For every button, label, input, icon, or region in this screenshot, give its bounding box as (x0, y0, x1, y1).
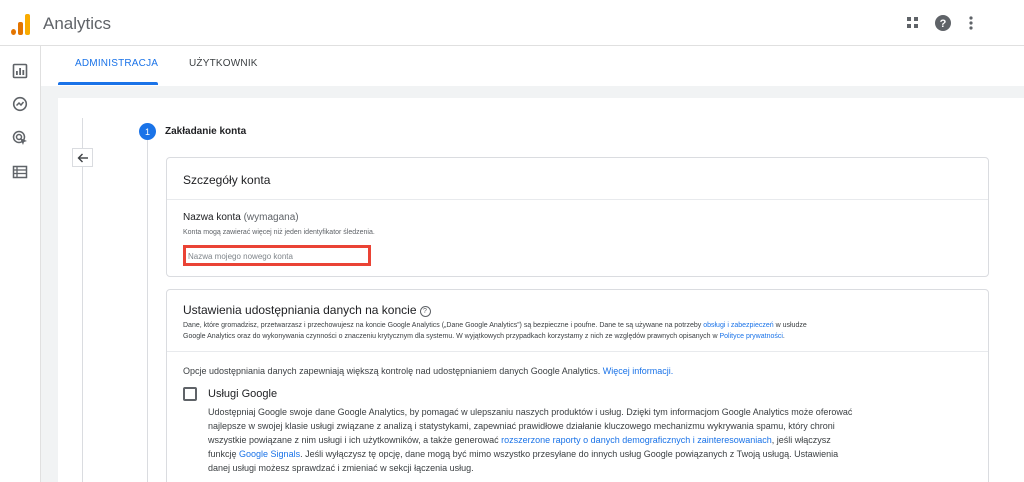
privacy-policy-link[interactable]: Polityce prywatności (720, 333, 783, 340)
back-button[interactable] (72, 148, 93, 167)
help-icon[interactable]: ? (934, 14, 952, 32)
tab-bar: ADMINISTRACJA UŻYTKOWNIK (41, 46, 1024, 86)
svg-text:?: ? (940, 18, 947, 30)
app-title: Analytics (43, 14, 112, 33)
google-signals-link[interactable]: Google Signals (239, 449, 300, 459)
option-text-line: danej usługi możesz sprawdzać i zmieniać… (208, 463, 474, 473)
configure-icon[interactable] (12, 164, 28, 180)
data-sharing-title: Ustawienia udostępniania danych na konci… (183, 303, 431, 317)
sharing-intro: Opcje udostępniania danych zapewniają wi… (183, 364, 673, 378)
account-name-label: Nazwa konta (wymagana) (183, 212, 299, 223)
explore-icon[interactable] (12, 96, 28, 112)
left-nav (0, 46, 41, 482)
account-name-field[interactable] (183, 245, 371, 266)
description-text: w usłudze (773, 322, 807, 329)
more-vert-icon[interactable] (962, 14, 980, 32)
arrow-back-icon (77, 153, 88, 162)
account-details-title: Szczegóły konta (183, 173, 271, 187)
divider-line (82, 118, 83, 482)
google-services-checkbox[interactable] (183, 387, 197, 401)
account-name-label-text: Nazwa konta (183, 212, 241, 223)
reports-icon[interactable] (12, 63, 28, 79)
option-text-line: funkcję Google Signals. Jeśli wyłączysz … (208, 447, 988, 461)
description-text: Google Analytics oraz do wykonywania czy… (183, 333, 720, 340)
tab-administracja[interactable]: ADMINISTRACJA (75, 58, 158, 69)
top-bar: Analytics ? (0, 0, 1024, 46)
security-link[interactable]: obsługi i zabezpieczeń (703, 322, 773, 329)
intro-text: Opcje udostępniania danych zapewniają wi… (183, 366, 603, 376)
option-text-line: Udostępniaj Google swoje dane Google Ana… (208, 407, 853, 417)
option-text: wszystkie powiązane z nim usługi i ich u… (208, 435, 502, 445)
demographics-reports-link[interactable]: rozszerzone raporty o danych demograficz… (501, 435, 772, 445)
option-text: . Jeśli wyłączysz tę opcję, dane mogą by… (300, 449, 839, 459)
card-divider (167, 199, 988, 200)
option-text-line: wszystkie powiązane z nim usługi i ich u… (208, 433, 988, 447)
data-sharing-description: Dane, które gromadzisz, przetwarzasz i p… (183, 320, 983, 342)
option-text-line: najlepsze w swojej klasie usługi związan… (208, 421, 835, 431)
description-text: . (782, 333, 785, 340)
option-text: funkcję (208, 449, 240, 459)
account-name-input[interactable] (188, 249, 366, 263)
step-number: 1 (139, 123, 156, 140)
option-text: , jeśli włączysz (771, 435, 831, 445)
tab-uzytkownik[interactable]: UŻYTKOWNIK (189, 58, 258, 69)
apps-grid-icon[interactable] (904, 14, 922, 32)
learn-more-link[interactable]: Więcej informacji. (603, 366, 674, 376)
required-marker: (wymagana) (243, 212, 299, 223)
google-services-description: Udostępniaj Google swoje dane Google Ana… (208, 405, 988, 475)
stepper-line (147, 140, 148, 482)
account-name-hint: Konta mogą zawierać więcej niż jeden ide… (183, 229, 375, 236)
google-services-label: Usługi Google (208, 388, 278, 400)
description-text: Dane, które gromadzisz, przetwarzasz i p… (183, 322, 704, 329)
step-title: Zakładanie konta (165, 126, 247, 137)
card-divider (167, 351, 988, 352)
analytics-logo (11, 13, 31, 35)
help-circle-icon[interactable]: ? (419, 306, 431, 317)
data-sharing-title-text: Ustawienia udostępniania danych na konci… (183, 303, 417, 317)
active-tab-indicator (58, 82, 158, 85)
advertising-icon[interactable] (12, 130, 28, 146)
